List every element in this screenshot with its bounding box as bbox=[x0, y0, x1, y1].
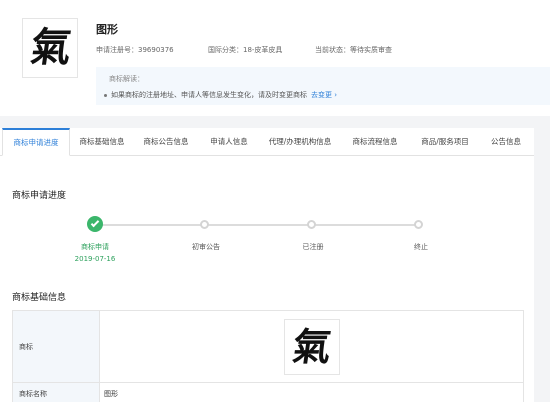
chevron-right-icon: › bbox=[334, 91, 338, 99]
trademark-header: 氣 图形 申请注册号：39690376 国际分类：18-皮革皮具 当前状态：等待… bbox=[0, 0, 550, 116]
trademark-image: 氣 bbox=[283, 318, 340, 375]
tab-notice-info[interactable]: 公告信息 bbox=[480, 128, 532, 156]
basic-info-table: 商标 氣 商标名称 图形 bbox=[12, 310, 524, 402]
step-node-terminated bbox=[414, 220, 423, 229]
tab-announcement-info[interactable]: 商标公告信息 bbox=[134, 128, 198, 156]
trademark-logo-glyph: 氣 bbox=[27, 24, 73, 71]
step-label-registered: 已注册 bbox=[302, 243, 324, 251]
tab-bar: 商标申请进度 商标基础信息 商标公告信息 申请人信息 代理/办理机构信息 商标流… bbox=[0, 128, 534, 156]
international-class: 国际分类：18-皮革皮具 bbox=[208, 46, 283, 54]
notice-text: 如果商标的注册地址、申请人等信息发生变化，请及时变更商标 去变更 › bbox=[104, 90, 337, 100]
progress-track bbox=[95, 224, 420, 226]
notice-title: 商标解读： bbox=[109, 75, 144, 83]
step-node-applied bbox=[87, 216, 103, 232]
step-date-applied: 2019-07-16 bbox=[74, 255, 116, 263]
step-node-registered bbox=[307, 220, 316, 229]
row-key-trademark: 商标 bbox=[13, 311, 100, 382]
row-value-name: 图形 bbox=[104, 390, 118, 398]
step-label-preliminary: 初审公告 bbox=[192, 243, 220, 251]
table-row: 商标名称 图形 bbox=[13, 383, 523, 402]
trademark-notice: 商标解读： 如果商标的注册地址、申请人等信息发生变化，请及时变更商标 去变更 › bbox=[96, 67, 550, 105]
row-key-name: 商标名称 bbox=[13, 383, 100, 402]
table-row: 商标 氣 bbox=[13, 311, 523, 383]
bullet-icon bbox=[104, 93, 107, 97]
registration-number: 申请注册号：39690376 bbox=[96, 46, 174, 54]
main-content: 商标申请进度 商标基础信息 商标公告信息 申请人信息 代理/办理机构信息 商标流… bbox=[0, 128, 534, 402]
step-node-preliminary bbox=[200, 220, 209, 229]
trademark-image-glyph: 氣 bbox=[289, 323, 334, 369]
tab-agency-info[interactable]: 代理/办理机构信息 bbox=[260, 128, 340, 156]
basic-info-section-title: 商标基础信息 bbox=[12, 293, 67, 303]
progress-section-title: 商标申请进度 bbox=[12, 191, 67, 201]
tab-applicant-info[interactable]: 申请人信息 bbox=[198, 128, 260, 156]
trademark-logo: 氣 bbox=[22, 18, 78, 78]
row-value-trademark: 氣 bbox=[100, 311, 523, 382]
notice-message: 如果商标的注册地址、申请人等信息发生变化，请及时变更商标 bbox=[111, 91, 307, 99]
change-link[interactable]: 去变更 › bbox=[311, 91, 337, 99]
step-label-terminated: 终止 bbox=[414, 243, 428, 251]
tab-basic-info[interactable]: 商标基础信息 bbox=[70, 128, 134, 156]
current-status: 当前状态：等待实质审查 bbox=[315, 46, 392, 54]
check-icon bbox=[90, 218, 100, 228]
tab-process-info[interactable]: 商标流程信息 bbox=[340, 128, 410, 156]
trademark-name: 图形 bbox=[96, 23, 118, 36]
tab-goods-services[interactable]: 商品/服务项目 bbox=[410, 128, 480, 156]
tab-application-progress[interactable]: 商标申请进度 bbox=[2, 128, 70, 156]
step-label-applied: 商标申请 bbox=[81, 243, 109, 251]
